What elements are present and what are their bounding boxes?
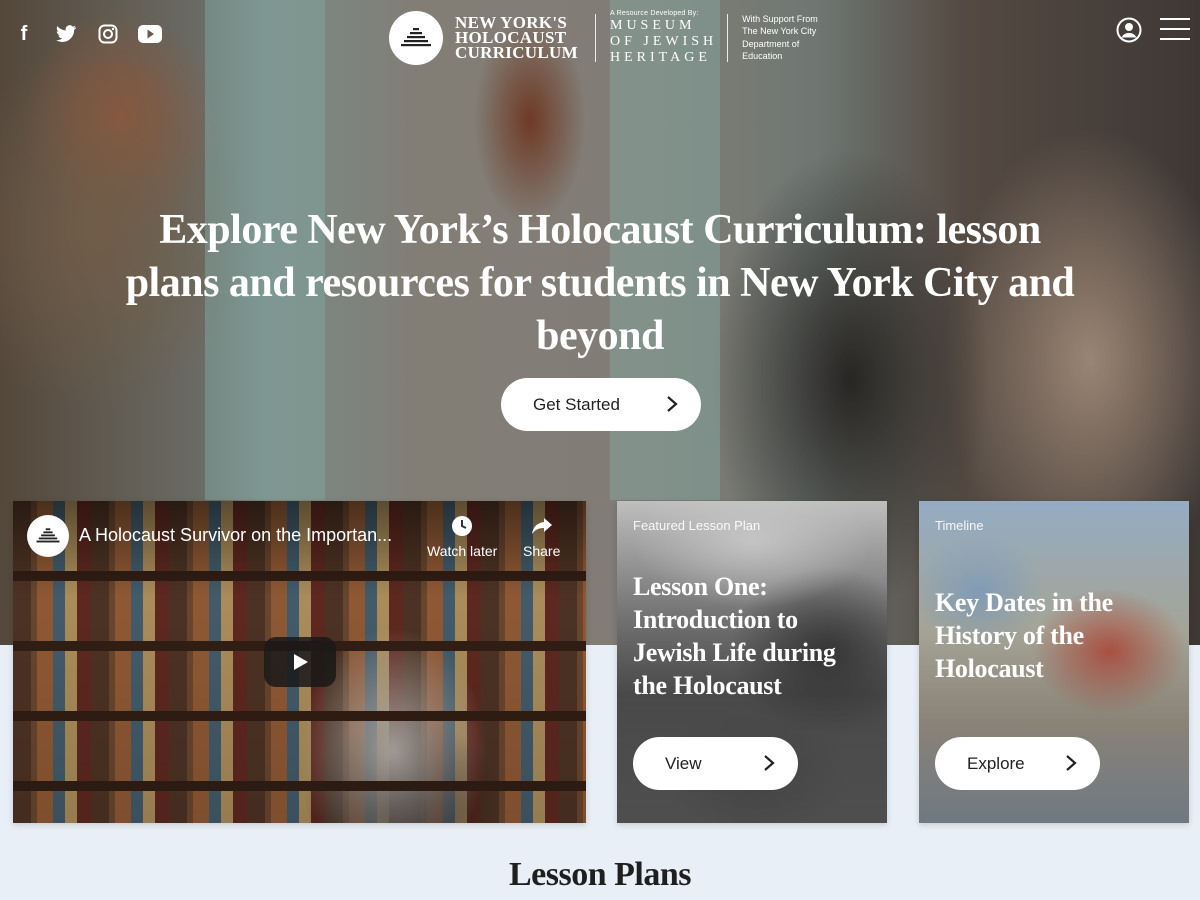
- lesson-plans-heading: Lesson Plans: [509, 856, 692, 893]
- hamburger-menu-icon[interactable]: [1160, 18, 1190, 42]
- play-button[interactable]: [264, 637, 336, 687]
- logo-badge-icon: [389, 10, 443, 65]
- card-kicker: Featured Lesson Plan: [633, 518, 761, 533]
- instagram-icon[interactable]: [94, 20, 122, 48]
- card-kicker: Timeline: [935, 518, 984, 533]
- get-started-button[interactable]: Get Started: [501, 378, 701, 431]
- view-button[interactable]: View: [633, 737, 798, 790]
- museum-logo[interactable]: A Resource Developed By: MUSEUM OF JEWIS…: [610, 10, 717, 65]
- get-started-label: Get Started: [533, 394, 620, 414]
- explore-label: Explore: [967, 753, 1025, 773]
- timeline-card[interactable]: Timeline Key Dates in the History of the…: [919, 501, 1189, 823]
- museum-name-line-2: OF JEWISH: [610, 34, 718, 49]
- share-arrow-icon: [531, 518, 552, 534]
- card-title[interactable]: Lesson One: Introduction to Jewish Life …: [633, 570, 873, 702]
- view-label: View: [665, 753, 702, 773]
- site-logo[interactable]: NEW YORK'S HOLOCAUST CURRICULUM A Resour…: [389, 10, 832, 65]
- social-links: f: [10, 20, 164, 48]
- twitter-icon[interactable]: [52, 20, 80, 48]
- developed-by-label: A Resource Developed By:: [610, 10, 699, 17]
- logo-divider: [727, 13, 729, 62]
- support-text: With Support From The New York City Depa…: [742, 13, 818, 62]
- play-icon: [294, 654, 308, 670]
- featured-lesson-card[interactable]: Featured Lesson Plan Lesson One: Introdu…: [617, 501, 887, 823]
- museum-name-line-1: MUSEUM: [610, 18, 696, 33]
- logo-title: NEW YORK'S HOLOCAUST CURRICULUM: [455, 13, 578, 62]
- channel-logo-icon[interactable]: [27, 515, 69, 557]
- museum-name-line-3: HERITAGE: [610, 50, 711, 65]
- watch-later-label: Watch later: [427, 543, 498, 559]
- card-title[interactable]: Key Dates in the History of the Holocaus…: [935, 586, 1175, 685]
- logo-divider: [595, 13, 596, 62]
- share-label: Share: [523, 543, 561, 559]
- video-title[interactable]: A Holocaust Survivor on the Importan...: [79, 525, 419, 546]
- video-player[interactable]: A Holocaust Survivor on the Importan... …: [13, 501, 586, 823]
- chevron-right-icon: [1066, 755, 1077, 771]
- user-account-icon[interactable]: [1116, 17, 1142, 43]
- share-button[interactable]: Share: [523, 515, 560, 559]
- explore-button[interactable]: Explore: [935, 737, 1100, 790]
- hero-headline: Explore New York’s Holocaust Curriculum:…: [125, 207, 1075, 359]
- chevron-right-icon: [764, 755, 775, 771]
- youtube-icon[interactable]: [136, 20, 164, 48]
- chevron-right-icon: [667, 396, 678, 412]
- facebook-icon[interactable]: f: [10, 20, 38, 48]
- watch-later-button[interactable]: Watch later: [427, 515, 497, 559]
- clock-icon: [452, 516, 473, 536]
- facebook-glyph: f: [20, 22, 28, 45]
